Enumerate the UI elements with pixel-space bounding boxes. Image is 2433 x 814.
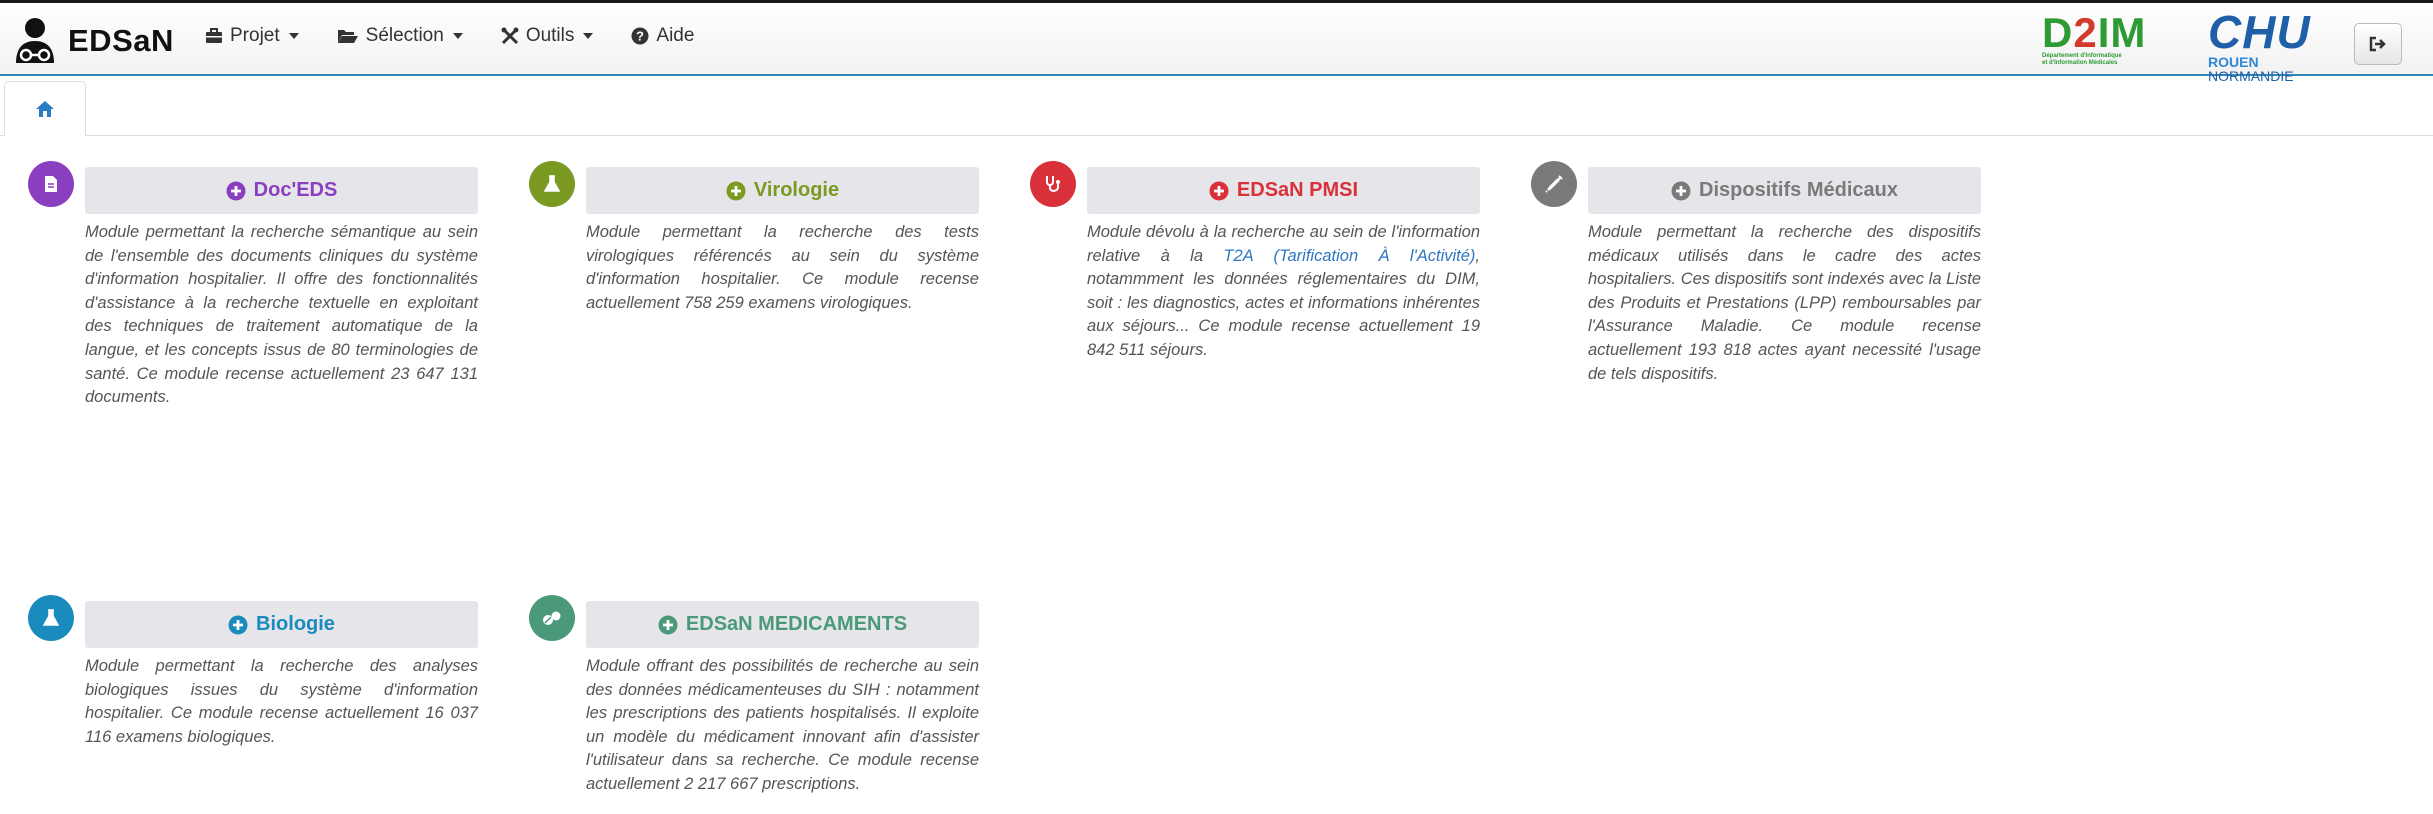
module-medicaments-description: Module offrant des possibilités de reche…: [586, 657, 979, 793]
syringe-icon: [1531, 161, 1577, 207]
module-biologie-button[interactable]: Biologie: [85, 601, 478, 648]
stethoscope-icon: [1030, 161, 1076, 207]
plus-circle-icon: [226, 181, 246, 200]
caret-down-icon: [288, 33, 299, 39]
pills-icon: [529, 595, 575, 641]
svg-text:?: ?: [636, 29, 644, 44]
module-pmsi-title: EDSaN PMSI: [1236, 179, 1359, 201]
module-virologie-description: Module permettant la recherche des tests…: [586, 223, 979, 312]
document-icon: [28, 161, 74, 207]
tab-bar: [0, 79, 2433, 137]
briefcase-icon: [206, 28, 222, 43]
menu-outils-label: Outils: [525, 25, 575, 46]
main-menu: Projet Sélection Outils ? Aide: [205, 25, 732, 47]
menu-projet[interactable]: Projet: [205, 25, 299, 47]
menu-outils[interactable]: Outils: [501, 25, 594, 47]
plus-circle-icon: [228, 615, 248, 634]
menu-aide-label: Aide: [656, 25, 695, 46]
flask-icon: [529, 161, 575, 207]
flask-icon: [28, 595, 74, 641]
module-biologie-title: Biologie: [256, 613, 335, 635]
module-dispositifs-button[interactable]: Dispositifs Médicaux: [1588, 167, 1981, 214]
brand[interactable]: EDSaN: [14, 15, 174, 67]
module-biologie-description: Module permettant la recherche des analy…: [85, 657, 478, 746]
wrench-icon: [501, 27, 519, 45]
module-pmsi-button[interactable]: EDSaN PMSI: [1087, 167, 1480, 214]
menu-projet-label: Projet: [230, 25, 280, 46]
plus-circle-icon: [1209, 181, 1229, 200]
d2im-logo: D2IM Département d'Informatique et d'Inf…: [2042, 9, 2147, 67]
module-pmsi-description: Module dévolu à la recherche au sein de …: [1087, 223, 1481, 359]
menu-selection-label: Sélection: [365, 25, 444, 46]
module-virologie-title: Virologie: [753, 179, 840, 201]
module-doceds-title: Doc'EDS: [253, 179, 338, 201]
doctor-icon: [14, 17, 56, 65]
module-dispositifs-title: Dispositifs Médicaux: [1699, 179, 1898, 201]
plus-circle-icon: [1671, 181, 1691, 200]
module-medicaments-button[interactable]: EDSaN MEDICAMENTS: [586, 601, 979, 648]
module-virologie-button[interactable]: Virologie: [586, 167, 979, 214]
menu-aide[interactable]: ? Aide: [631, 25, 694, 47]
app-title: EDSaN: [68, 23, 174, 58]
module-doceds-description: Module permettant la recherche sémantiqu…: [85, 223, 478, 407]
caret-down-icon: [452, 33, 463, 39]
t2a-link[interactable]: T2A (Tarification À l'Activité): [1223, 247, 1475, 265]
caret-down-icon: [583, 33, 594, 39]
home-icon: [36, 101, 54, 117]
plus-circle-icon: [726, 181, 746, 200]
module-doceds-button[interactable]: Doc'EDS: [85, 167, 478, 214]
question-circle-icon: ?: [631, 27, 649, 45]
logout-button[interactable]: [2354, 23, 2402, 65]
tab-home[interactable]: [4, 81, 86, 137]
top-navbar: EDSaN Projet Sélection Outils ? Aide D2I…: [0, 0, 2433, 84]
module-dispositifs-description: Module permettant la recherche des dispo…: [1588, 223, 1981, 383]
menu-selection[interactable]: Sélection: [337, 25, 463, 47]
sign-out-icon: [2369, 36, 2386, 52]
chu-logo: CHU ROUEN NORMANDIE: [2208, 6, 2311, 84]
module-medicaments-title: EDSaN MEDICAMENTS: [685, 613, 908, 635]
plus-circle-icon: [658, 615, 678, 634]
folder-open-icon: [337, 30, 358, 43]
